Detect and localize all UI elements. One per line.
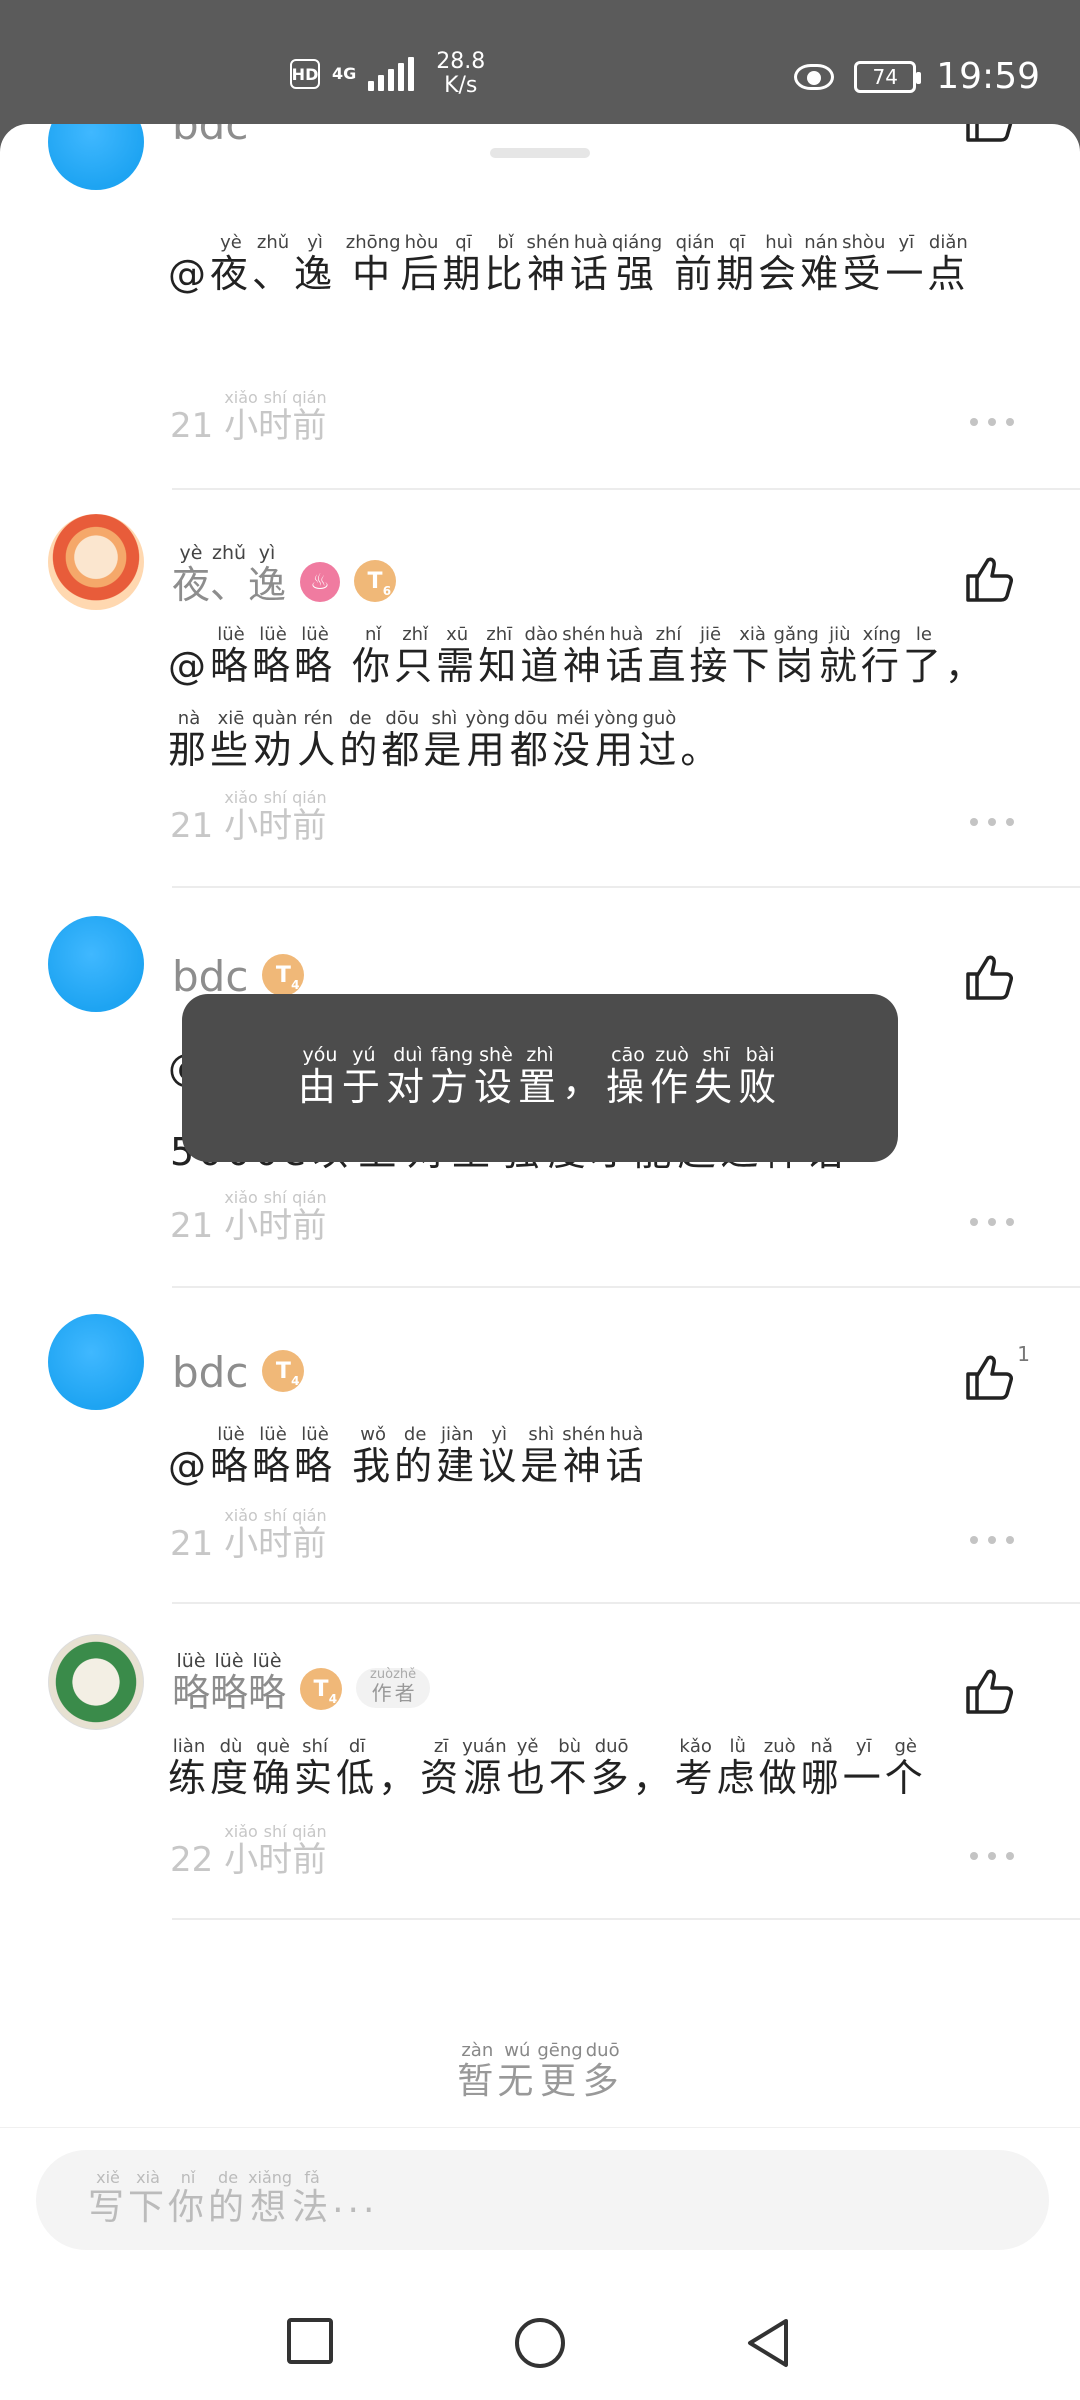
like-button[interactable] (964, 554, 1018, 604)
author-name[interactable]: 略lüè略lüè略lüè (172, 1650, 286, 1712)
more-dots-icon (970, 418, 978, 426)
comment-content: @夜yè、zhǔ逸yì 中zhōng后hòu期qī比bǐ神shén话huà强qi… (168, 232, 970, 296)
more-button[interactable] (970, 1218, 1014, 1228)
comment-time: 22 小xiǎo时shí前qián (170, 1822, 327, 1880)
clock: 19:59 (936, 56, 1040, 97)
avatar[interactable] (48, 1634, 144, 1730)
avatar[interactable] (48, 514, 144, 610)
like-button[interactable] (964, 952, 1018, 1002)
status-bar: HD 4G 28.8 K/s 74 19:59 (0, 0, 1080, 124)
comment-content: 练liàn度dù确què实shí低dī，资zī源yuán也yě不bù多duō，考… (168, 1736, 927, 1800)
triangle-back-icon (748, 2319, 788, 2367)
avatar[interactable] (48, 1314, 144, 1410)
recent-apps-button[interactable] (286, 2317, 334, 2369)
network-type: 4G (332, 64, 357, 83)
toast-message: 由yóu 于yú 对duì 方fāng 设shè 置zhì，操cāo 作zuò 失shī 败bà… (182, 994, 898, 1162)
thumbs-up-icon (966, 557, 1013, 602)
comment-content: @略lüè略lüè略lüè 你nǐ只zhǐ需xū知zhī道dào神shén话hu… (168, 624, 987, 772)
divider (172, 886, 1080, 888)
avatar[interactable] (48, 124, 144, 190)
level-badge: T4 (262, 1350, 305, 1392)
network-speed-unit: K/s (444, 73, 478, 98)
status-left: HD 4G 28.8 K/s (290, 50, 485, 98)
comments-sheet: bdc @夜yè、zhǔ逸yì 中zhōng后hòu期qī比bǐ神shén话hu… (0, 124, 1080, 2400)
divider (172, 1286, 1080, 1288)
drag-handle[interactable] (490, 148, 590, 158)
avatar[interactable] (48, 916, 144, 1012)
network-speed-value: 28.8 (436, 49, 486, 74)
thumbs-up-icon (966, 1355, 1013, 1400)
comment-time: 21 小xiǎo时shí前qián (170, 1188, 327, 1246)
more-button[interactable] (970, 418, 1014, 428)
battery-icon: 74 (854, 60, 922, 93)
hd-icon: HD (290, 59, 320, 89)
divider (172, 488, 1080, 490)
system-nav-bar (0, 2287, 1080, 2400)
thumbs-up-icon (966, 124, 1013, 142)
more-dots-icon (970, 1852, 978, 1860)
battery-level: 74 (872, 64, 898, 89)
like-button[interactable] (964, 124, 1018, 144)
back-button[interactable] (744, 2317, 792, 2373)
circle-icon (515, 2318, 565, 2368)
comment-time: 21 小xiǎo时shí前qián (170, 788, 327, 846)
like-button[interactable] (964, 1666, 1018, 1716)
more-dots-icon (970, 1218, 978, 1226)
thumbs-up-icon (966, 1669, 1013, 1714)
author-name[interactable]: bdc (172, 956, 248, 998)
comment-input-bar: 写xiě 下xià 你nǐ 的de 想xiǎng 法fǎ... (0, 2127, 1080, 2287)
level-badge: T4 (262, 954, 305, 996)
more-button[interactable] (970, 818, 1014, 828)
vip-flame-icon: ♨ (300, 562, 341, 602)
comment-content: @略lüè略lüè略lüè 我wǒ的de建jiàn议yì是shì神shén话hu… (168, 1424, 648, 1488)
more-button[interactable] (970, 1536, 1014, 1546)
more-dots-icon (970, 1536, 978, 1544)
no-more-label: 暂zàn无wú更gēng多duō (457, 2040, 623, 2102)
like-count: 1 (1017, 1342, 1030, 1366)
square-icon (287, 2318, 333, 2364)
author-tag: 作zuò者zhě (356, 1667, 431, 1708)
home-button[interactable] (514, 2317, 566, 2373)
comment-input[interactable]: 写xiě 下xià 你nǐ 的de 想xiǎng 法fǎ... (36, 2150, 1049, 2250)
author-name[interactable]: 夜yè、zhǔ逸yì (172, 542, 286, 604)
more-dots-icon (970, 818, 978, 826)
eye-comfort-icon (794, 63, 835, 90)
level-badge: T6 (354, 560, 397, 602)
status-right: 74 19:59 (794, 56, 1040, 97)
like-button[interactable] (964, 1352, 1018, 1402)
signal-icon (368, 57, 415, 91)
divider (172, 1602, 1080, 1604)
author-name[interactable]: bdc (172, 124, 248, 146)
comment-time: 21 小xiǎo时shí前qián (170, 388, 327, 446)
level-badge: T4 (300, 1668, 343, 1710)
comment-time: 21 小xiǎo时shí前qián (170, 1506, 327, 1564)
thumbs-up-icon (966, 955, 1013, 1000)
author-name[interactable]: bdc (172, 1352, 248, 1394)
more-button[interactable] (970, 1852, 1014, 1862)
divider (172, 1918, 1080, 1920)
